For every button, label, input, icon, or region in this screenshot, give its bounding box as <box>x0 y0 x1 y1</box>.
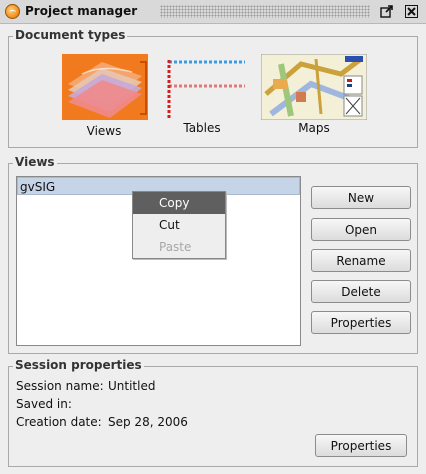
views-legend: Views <box>13 155 57 169</box>
rename-button[interactable]: Rename <box>311 249 411 272</box>
app-icon <box>5 4 20 19</box>
session-properties-legend: Session properties <box>13 358 144 372</box>
maps-icon <box>261 54 367 120</box>
open-button[interactable]: Open <box>311 218 411 241</box>
views-doc-label: Views <box>86 124 122 138</box>
views-doc-type[interactable]: Views <box>59 52 149 142</box>
document-types-legend: Document types <box>13 28 128 42</box>
creation-date-value: Sep 28, 2006 <box>108 415 188 429</box>
new-button[interactable]: New <box>311 186 411 209</box>
creation-date-label: Creation date: <box>16 415 102 429</box>
document-types-group: Document types Views Tables Maps <box>8 28 418 148</box>
maximize-icon[interactable] <box>378 3 395 20</box>
context-menu-paste: Paste <box>159 240 192 254</box>
tables-doc-type[interactable]: Tables <box>157 52 247 142</box>
tables-icon <box>167 60 245 120</box>
title-bar-grip <box>160 5 370 18</box>
title-bar[interactable]: Project manager <box>0 0 426 24</box>
session-name-value: Untitled <box>108 379 156 393</box>
maps-doc-label: Maps <box>298 121 330 135</box>
context-menu: Copy Cut Paste <box>132 191 226 259</box>
session-name-label: Session name: <box>16 379 104 393</box>
view-properties-button[interactable]: Properties <box>311 311 411 334</box>
delete-button[interactable]: Delete <box>311 280 411 303</box>
views-icon <box>62 54 148 120</box>
session-properties-button[interactable]: Properties <box>315 434 407 457</box>
tables-doc-label: Tables <box>183 121 221 135</box>
maps-doc-type[interactable]: Maps <box>259 52 369 142</box>
close-icon[interactable] <box>403 3 420 20</box>
saved-in-label: Saved in: <box>16 397 72 411</box>
context-menu-copy[interactable]: Copy <box>133 192 225 214</box>
context-menu-cut[interactable]: Cut <box>133 214 225 236</box>
window-title: Project manager <box>25 4 138 18</box>
